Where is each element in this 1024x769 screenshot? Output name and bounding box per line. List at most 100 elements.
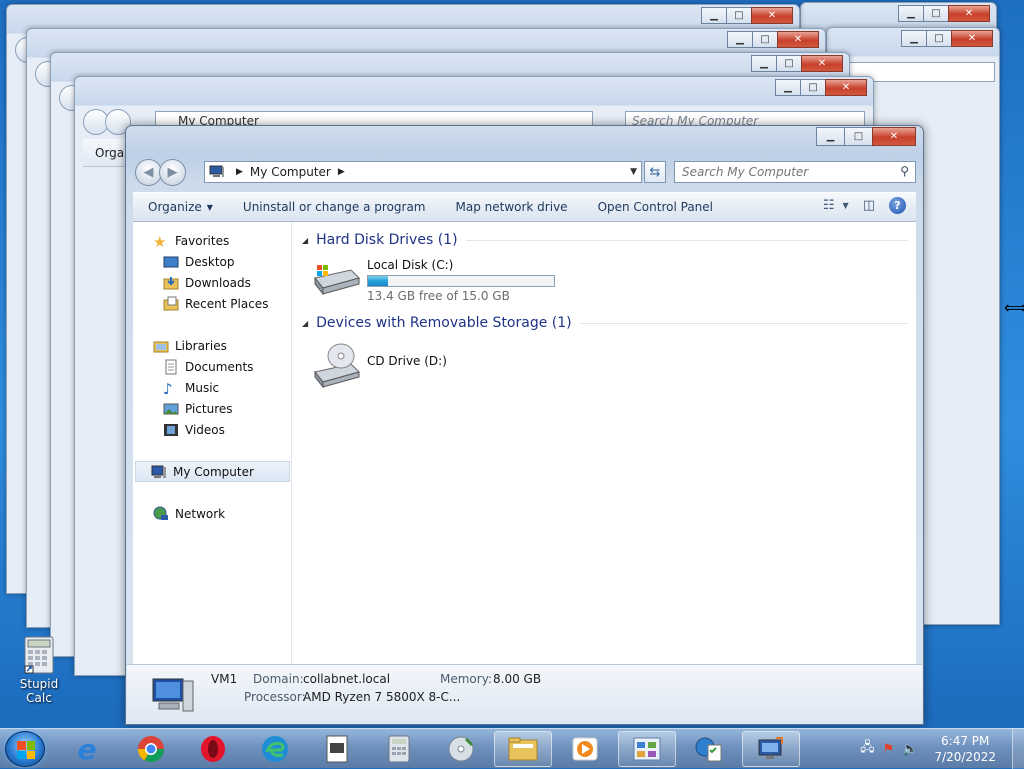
- taskbar-media-player[interactable]: [556, 731, 614, 767]
- refresh-button[interactable]: ⇆: [644, 161, 666, 183]
- forward-arrow-icon: ▶: [167, 165, 178, 180]
- network-status-icon[interactable]: 🖧: [860, 738, 875, 760]
- nav-computer-label: My Computer: [173, 464, 254, 479]
- taskbar-media-app[interactable]: [432, 731, 490, 767]
- show-desktop-button[interactable]: [1012, 729, 1024, 769]
- minimize-button[interactable]: ▁: [898, 5, 924, 22]
- computer-name: VM1: [211, 672, 238, 686]
- maximize-button[interactable]: □: [844, 127, 873, 146]
- nav-music[interactable]: ♪ Music: [163, 377, 219, 398]
- chrome-icon: [137, 736, 165, 763]
- minimize-button[interactable]: ▁: [901, 30, 927, 47]
- command-bar: Organize ▼ Uninstall or change a program …: [133, 192, 916, 222]
- folder-icon: [508, 737, 538, 761]
- close-button[interactable]: ✕: [948, 5, 990, 22]
- forward-button[interactable]: ▶: [159, 159, 186, 186]
- action-center-flag-icon[interactable]: ⚑: [883, 742, 895, 757]
- nav-network[interactable]: Network: [153, 503, 225, 524]
- media-disc-icon: [448, 736, 474, 762]
- taskbar-chrome[interactable]: [122, 731, 180, 767]
- taskbar-calculator[interactable]: [370, 731, 428, 767]
- back-button[interactable]: ◀: [135, 159, 162, 186]
- taskbar-opera[interactable]: [184, 731, 242, 767]
- help-button[interactable]: ?: [889, 197, 906, 214]
- nav-pictures[interactable]: Pictures: [163, 398, 233, 419]
- cd-drive-d[interactable]: CD Drive (D:): [311, 342, 447, 388]
- taskbar-edge[interactable]: [246, 731, 304, 767]
- windows-logo-icon: [17, 741, 35, 759]
- close-button[interactable]: ✕: [951, 30, 993, 47]
- nav-videos[interactable]: Videos: [163, 419, 225, 440]
- minimize-button[interactable]: ▁: [701, 7, 727, 24]
- maximize-button[interactable]: □: [776, 55, 802, 72]
- internet-explorer-icon: e: [77, 732, 97, 766]
- minimize-button[interactable]: ▁: [816, 127, 845, 146]
- start-button[interactable]: [5, 731, 45, 767]
- nav-favorites-label: Favorites: [175, 233, 230, 248]
- search-input[interactable]: [682, 165, 882, 179]
- nav-recent-places[interactable]: Recent Places: [163, 293, 268, 314]
- open-control-panel-button[interactable]: Open Control Panel: [583, 196, 728, 218]
- desktop-icon-stupid-calc[interactable]: Stupid Calc: [6, 636, 72, 705]
- close-button[interactable]: ✕: [801, 55, 843, 72]
- collapse-icon[interactable]: ◢: [302, 319, 308, 328]
- nav-downloads[interactable]: Downloads: [163, 272, 251, 293]
- map-drive-label: Map network drive: [455, 200, 568, 214]
- cd-drive-icon: [314, 343, 360, 388]
- taskbar-windows-explorer[interactable]: [494, 731, 552, 767]
- nav-downloads-label: Downloads: [185, 275, 251, 290]
- clock[interactable]: 6:47 PM 7/20/2022: [934, 733, 996, 765]
- local-disk-c[interactable]: Local Disk (C:) 13.4 GB free of 15.0 GB: [311, 258, 555, 303]
- documents-icon: [165, 359, 177, 374]
- maximize-button[interactable]: □: [926, 30, 952, 47]
- preview-pane-icon[interactable]: ◫: [863, 198, 875, 213]
- close-button[interactable]: ✕: [825, 79, 867, 96]
- nav-favorites[interactable]: ★ Favorites: [153, 230, 229, 251]
- taskbar-control-panel[interactable]: [618, 731, 676, 767]
- uninstall-program-button[interactable]: Uninstall or change a program: [228, 196, 441, 218]
- address-bar[interactable]: ▶ My Computer ▶ ▼: [204, 161, 642, 183]
- control-panel-icon: [633, 737, 661, 761]
- volume-icon[interactable]: 🔈: [902, 742, 918, 757]
- search-icon[interactable]: ⚲: [900, 164, 909, 178]
- clock-date: 7/20/2022: [934, 750, 996, 764]
- group-removable-storage[interactable]: ◢ Devices with Removable Storage (1): [302, 313, 908, 333]
- breadcrumb-my-computer[interactable]: My Computer: [250, 165, 331, 179]
- close-button[interactable]: ✕: [751, 7, 793, 24]
- close-button[interactable]: ✕: [872, 127, 916, 146]
- disk-usage-bar: [367, 275, 555, 287]
- taskbar-file-app[interactable]: [308, 731, 366, 767]
- group-hard-disk-drives[interactable]: ◢ Hard Disk Drives (1): [302, 230, 908, 250]
- organize-button[interactable]: Organize ▼: [133, 196, 228, 218]
- computer-icon: [209, 165, 224, 177]
- close-button[interactable]: ✕: [777, 31, 819, 48]
- group-removable-label: Devices with Removable Storage (1): [316, 315, 572, 331]
- nav-my-computer[interactable]: My Computer: [135, 461, 290, 482]
- breadcrumb-chevron-icon[interactable]: ▶: [236, 167, 243, 177]
- maximize-button[interactable]: □: [726, 7, 752, 24]
- collapse-icon[interactable]: ◢: [302, 236, 308, 245]
- checklist-icon: [695, 737, 722, 762]
- computer-icon: [152, 678, 194, 712]
- maximize-button[interactable]: □: [800, 79, 826, 96]
- taskbar-internet-explorer[interactable]: e: [58, 731, 116, 767]
- minimize-button[interactable]: ▁: [727, 31, 753, 48]
- desktop-icon-label: Stupid Calc: [19, 677, 59, 705]
- change-view-icon[interactable]: ☷: [823, 198, 835, 213]
- minimize-button[interactable]: ▁: [751, 55, 777, 72]
- nav-libraries[interactable]: Libraries: [153, 335, 227, 356]
- nav-desktop-label: Desktop: [185, 254, 235, 269]
- nav-desktop[interactable]: Desktop: [163, 251, 235, 272]
- taskbar-remote-desktop[interactable]: [742, 731, 800, 767]
- minimize-button[interactable]: ▁: [775, 79, 801, 96]
- group-hdd-label: Hard Disk Drives (1): [316, 232, 458, 248]
- nav-documents[interactable]: Documents: [163, 356, 253, 377]
- memory-label: Memory:: [440, 672, 492, 686]
- chevron-down-icon[interactable]: ▼: [843, 201, 849, 210]
- breadcrumb-chevron-icon[interactable]: ▶: [338, 167, 345, 177]
- taskbar-action-center[interactable]: [680, 731, 738, 767]
- map-network-drive-button[interactable]: Map network drive: [441, 196, 583, 218]
- maximize-button[interactable]: □: [752, 31, 778, 48]
- address-dropdown-icon[interactable]: ▼: [630, 167, 637, 177]
- maximize-button[interactable]: □: [923, 5, 949, 22]
